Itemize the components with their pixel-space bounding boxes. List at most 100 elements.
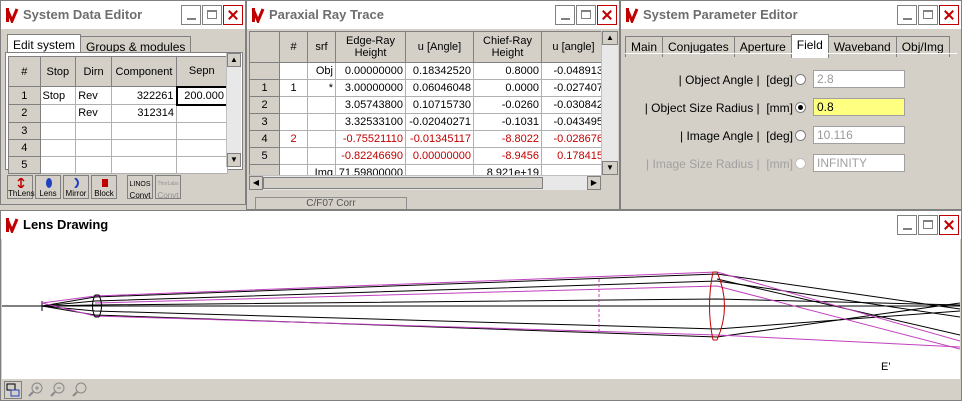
cell-component[interactable]: [110, 155, 178, 174]
image-angle-radio[interactable]: [795, 130, 806, 141]
table-row[interactable]: Img 71.59800000 8.921e+19: [249, 164, 601, 175]
scroll-down-button[interactable]: ▼: [227, 153, 241, 167]
cell-stop[interactable]: [39, 155, 77, 174]
scroll-left-button[interactable]: ◀: [249, 176, 263, 190]
table-row[interactable]: 2 3.05743800 0.10715730 -0.0260 -0.03084…: [249, 96, 601, 114]
row-number[interactable]: [249, 164, 280, 175]
zoom-out-button[interactable]: [50, 381, 68, 399]
col-header-dirn: Dirn: [75, 56, 112, 87]
row-number[interactable]: [249, 62, 280, 80]
cell-u1: [405, 164, 474, 175]
minimize-button[interactable]: [181, 5, 201, 25]
cell-component[interactable]: 312314: [110, 104, 178, 123]
scroll-right-button[interactable]: ▶: [587, 176, 601, 190]
cell-dirn[interactable]: [75, 155, 112, 174]
zoom-in-button[interactable]: [28, 381, 46, 399]
sde-vertical-scrollbar[interactable]: ▲ ▼: [226, 53, 241, 167]
maximize-button[interactable]: [202, 5, 222, 25]
prt-vertical-scrollbar[interactable]: ▲ ▼: [601, 31, 618, 175]
cell-stop[interactable]: [39, 138, 77, 157]
cell-group: [279, 113, 308, 131]
thick-lens-button[interactable]: ThLens: [7, 175, 35, 199]
cell-sepn[interactable]: [176, 155, 228, 174]
scroll-up-button[interactable]: ▲: [602, 31, 618, 45]
prt-horizontal-scrollbar[interactable]: ◀ ▶: [249, 175, 601, 190]
row-number[interactable]: 5: [8, 155, 41, 174]
image-plane-label: E': [881, 361, 890, 373]
maximize-button[interactable]: [918, 5, 938, 25]
cell-stop[interactable]: [39, 104, 77, 123]
image-size-field[interactable]: INFINITY: [813, 154, 905, 172]
table-row[interactable]: 5: [8, 155, 228, 174]
cell-sepn[interactable]: [176, 104, 228, 123]
lens-icon: [46, 178, 52, 188]
object-size-field[interactable]: 0.8: [813, 98, 905, 116]
row-number[interactable]: 1: [8, 86, 41, 105]
object-size-radio[interactable]: [795, 102, 806, 113]
table-row[interactable]: 5 -0.82246690 0.00000000 -8.9456 0.17841…: [249, 147, 601, 165]
system-parameter-editor-titlebar[interactable]: System Parameter Editor: [621, 1, 961, 29]
cell-stop[interactable]: Stop: [39, 86, 77, 105]
cell-component[interactable]: [110, 121, 178, 140]
lens-drawing-titlebar[interactable]: Lens Drawing: [1, 211, 961, 239]
system-data-editor-titlebar[interactable]: System Data Editor: [1, 1, 245, 29]
object-angle-radio[interactable]: [795, 74, 806, 85]
table-row[interactable]: 3: [8, 121, 228, 140]
scroll-up-button[interactable]: ▲: [227, 53, 241, 67]
cell-component[interactable]: [110, 138, 178, 157]
close-button[interactable]: [939, 215, 959, 235]
lens-drawing-canvas[interactable]: E': [2, 239, 960, 379]
cell-sepn[interactable]: [176, 138, 228, 157]
image-angle-field[interactable]: 10.116: [813, 126, 905, 144]
cell-u2: -0.043495: [541, 113, 601, 131]
cell-u2: 0.178415: [541, 147, 601, 165]
object-angle-field[interactable]: 2.8: [813, 70, 905, 88]
minimize-button[interactable]: [897, 215, 917, 235]
row-number[interactable]: 3: [8, 121, 41, 140]
image-size-radio[interactable]: [795, 158, 806, 169]
cell-dirn[interactable]: [75, 121, 112, 140]
convert-linos-button[interactable]: LINOS Convt: [127, 175, 153, 200]
minimize-button[interactable]: [555, 5, 575, 25]
cell-dirn[interactable]: Rev: [75, 104, 112, 123]
maximize-button[interactable]: [918, 215, 938, 235]
cell-u2: -0.027407: [541, 79, 601, 97]
table-row[interactable]: 1 Stop Rev 322261 200.000: [8, 85, 229, 106]
table-row[interactable]: Obj 0.00000000 0.18342520 0.8000 -0.0489…: [249, 62, 601, 80]
prt-status-bar: C/F07 Corr: [255, 197, 407, 209]
row-number[interactable]: 1: [249, 79, 280, 97]
table-row[interactable]: 4 2 -0.75521110 -0.01345117 -8.8022 -0.0…: [249, 130, 601, 148]
block-button[interactable]: Block: [91, 175, 117, 199]
table-row[interactable]: 2 Rev 312314: [8, 104, 228, 123]
row-number[interactable]: 2: [8, 104, 41, 123]
row-number[interactable]: 2: [249, 96, 280, 114]
mirror-button[interactable]: Mirror: [63, 175, 89, 199]
row-number[interactable]: 4: [8, 138, 41, 157]
cell-dirn[interactable]: [75, 138, 112, 157]
row-number[interactable]: 4: [249, 130, 280, 148]
window-title: Lens Drawing: [23, 217, 109, 232]
close-button[interactable]: [939, 5, 959, 25]
row-number[interactable]: 5: [249, 147, 280, 165]
convert-thorlabs-button[interactable]: ThorLabs Convt: [155, 175, 181, 200]
cell-u2: -0.048913: [541, 62, 601, 80]
row-number[interactable]: 3: [249, 113, 280, 131]
cell-dirn[interactable]: Rev: [75, 86, 112, 105]
cell-sepn[interactable]: 200.000: [175, 85, 229, 106]
table-row[interactable]: 4: [8, 138, 228, 157]
table-row[interactable]: 3 3.32533100 -0.02040271 -0.1031 -0.0434…: [249, 113, 601, 131]
maximize-button[interactable]: [576, 5, 596, 25]
close-button[interactable]: [223, 5, 243, 25]
lens-button[interactable]: Lens: [35, 175, 61, 199]
scroll-down-button[interactable]: ▼: [602, 161, 618, 175]
table-row[interactable]: 1 1 * 3.00000000 0.06046048 0.0000 -0.02…: [249, 79, 601, 97]
scroll-thumb[interactable]: [263, 177, 543, 189]
layout-button[interactable]: [4, 381, 22, 399]
close-button[interactable]: [597, 5, 617, 25]
cell-stop[interactable]: [39, 121, 77, 140]
cell-component[interactable]: 322261: [110, 86, 178, 105]
zoom-fit-button[interactable]: [72, 381, 90, 399]
paraxial-ray-trace-titlebar[interactable]: Paraxial Ray Trace: [247, 1, 619, 29]
cell-sepn[interactable]: [176, 121, 228, 140]
minimize-button[interactable]: [897, 5, 917, 25]
